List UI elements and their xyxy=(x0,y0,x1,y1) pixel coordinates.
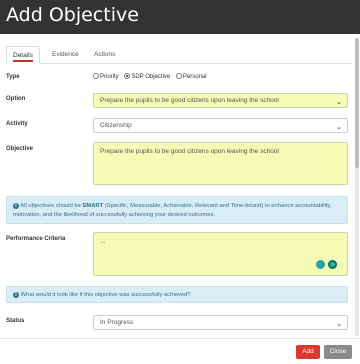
close-button[interactable]: Close xyxy=(324,345,352,359)
dialog-title-bar: Add Objective xyxy=(0,0,360,34)
tab-bar: Details Evidence Actions xyxy=(6,46,352,64)
footer-divider xyxy=(0,338,360,339)
lightbulb-icon[interactable] xyxy=(316,260,325,269)
radio-circle-icon xyxy=(93,73,99,79)
radio-sdp-objective[interactable]: SDP Objective xyxy=(124,73,170,80)
dialog-title: Add Objective xyxy=(6,4,139,26)
info-icon: i xyxy=(13,203,19,209)
scrollbar-thumb[interactable] xyxy=(355,38,359,168)
grammarly-icon[interactable] xyxy=(328,260,337,269)
radio-priority[interactable]: Priority xyxy=(93,73,119,80)
chevron-down-icon: ⌄ xyxy=(336,321,342,328)
option-select[interactable]: Prepare the pupils to be good citizens u… xyxy=(93,93,348,108)
tab-details[interactable]: Details xyxy=(6,46,40,64)
option-label: Option xyxy=(6,96,26,102)
radio-circle-icon xyxy=(175,73,182,79)
smart-info-alert: i All objectives should be SMART (Specif… xyxy=(6,196,348,224)
activity-label: Activity xyxy=(6,121,28,127)
chevron-down-icon: ⌄ xyxy=(336,124,342,131)
tab-evidence[interactable]: Evidence xyxy=(46,46,85,64)
info-icon: i xyxy=(13,292,19,298)
tab-actions[interactable]: Actions xyxy=(88,46,121,64)
objective-textarea[interactable]: Prepare the pupils to be good citizens u… xyxy=(93,142,348,185)
radio-personal[interactable]: Personal xyxy=(175,73,207,80)
performance-criteria-label: Performance Criteria xyxy=(6,236,66,242)
add-button[interactable]: Add xyxy=(296,345,320,359)
scrollbar[interactable] xyxy=(355,38,359,336)
success-info-alert: i What would it look like if this object… xyxy=(6,286,348,303)
type-radio-group: Priority SDP Objective Personal xyxy=(93,73,211,80)
status-label: Status xyxy=(6,318,25,324)
status-select[interactable]: In Progress ⌄ xyxy=(93,315,348,330)
activity-select[interactable]: Citizenship ⌄ xyxy=(93,118,348,133)
radio-circle-checked-icon xyxy=(124,73,131,79)
type-label: Type xyxy=(6,74,20,80)
objective-label: Objective xyxy=(6,146,34,152)
chevron-down-icon: ⌄ xyxy=(336,99,342,106)
performance-criteria-textarea[interactable]: ... xyxy=(93,232,348,276)
